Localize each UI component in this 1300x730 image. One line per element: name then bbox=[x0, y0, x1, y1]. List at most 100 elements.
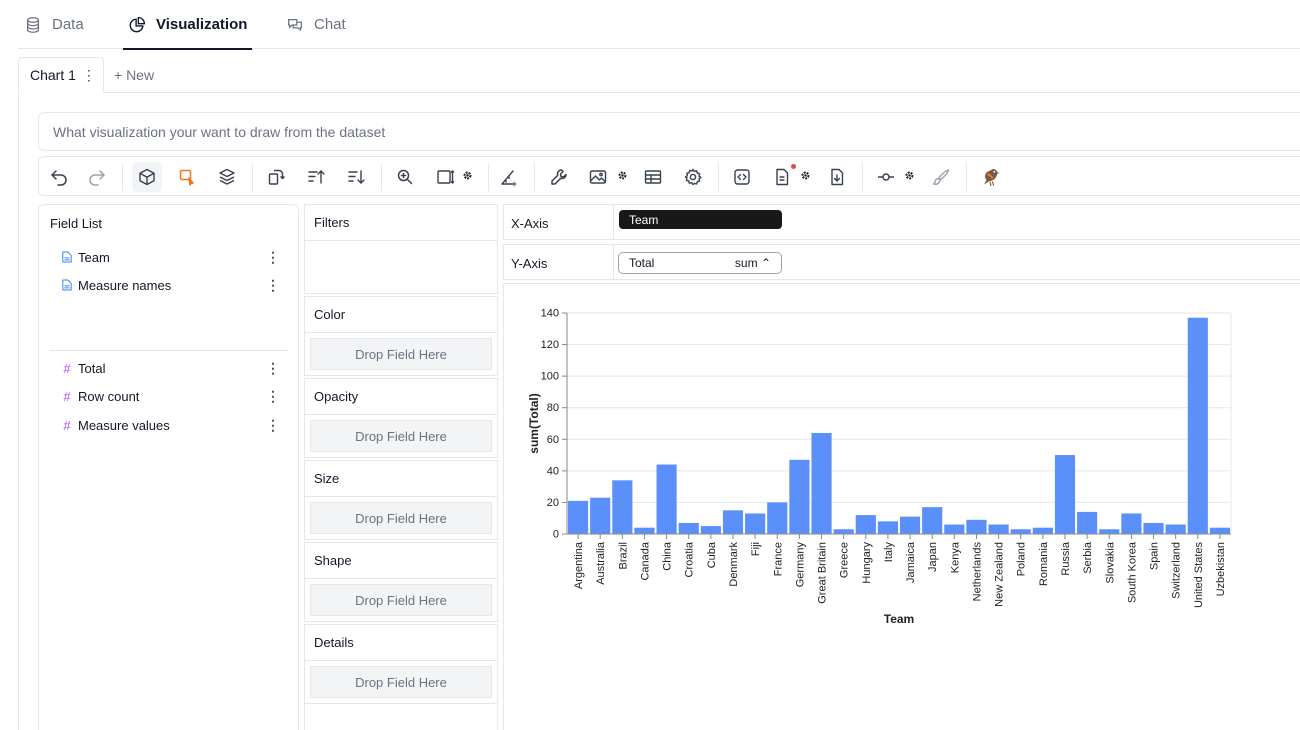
x-tick-label: Spain bbox=[1149, 542, 1161, 570]
field-name: Total bbox=[78, 360, 106, 376]
download-button[interactable] bbox=[822, 162, 852, 192]
field-item[interactable]: Team ⋮ bbox=[60, 247, 290, 267]
gear-icon[interactable] bbox=[462, 170, 473, 181]
redo-button[interactable] bbox=[82, 162, 112, 192]
gear-icon[interactable] bbox=[904, 170, 915, 181]
x-tick-label: Italy bbox=[883, 542, 895, 563]
field-name: Row count bbox=[78, 388, 140, 404]
notification-dot bbox=[791, 164, 796, 169]
new-chart-button[interactable]: + New bbox=[114, 57, 154, 93]
image-button[interactable] bbox=[583, 162, 613, 192]
gear-icon[interactable] bbox=[617, 170, 628, 181]
x-tick-label: Brazil bbox=[617, 542, 629, 570]
numeric-field-icon: # bbox=[63, 388, 71, 404]
code-button[interactable] bbox=[727, 162, 757, 192]
line-marker-button[interactable] bbox=[871, 162, 901, 192]
table-button[interactable] bbox=[638, 162, 668, 192]
tab-data-label: Data bbox=[52, 16, 84, 33]
x-tick-label: Uzbekistan bbox=[1215, 542, 1227, 596]
bar bbox=[900, 516, 921, 534]
field-item[interactable]: Measure names ⋮ bbox=[60, 275, 290, 295]
y-axis-field-pill[interactable]: Total sum ⌃ bbox=[618, 252, 782, 274]
tab-visualization[interactable]: Visualization bbox=[123, 0, 253, 50]
x-axis-field-pill[interactable]: Team bbox=[619, 210, 782, 229]
x-tick-label: Switzerland bbox=[1171, 542, 1183, 599]
cube-button[interactable] bbox=[132, 162, 162, 192]
tab-chat-label: Chat bbox=[314, 16, 346, 33]
x-tick-label: Serbia bbox=[1082, 541, 1094, 574]
field-item[interactable]: # Row count ⋮ bbox=[60, 386, 290, 406]
y-tick-label: 60 bbox=[547, 434, 559, 446]
x-axis-title: Team bbox=[884, 612, 914, 626]
aggregation-select[interactable]: sum ⌃ bbox=[735, 256, 771, 270]
drop-zone[interactable]: Drop Field Here bbox=[310, 584, 492, 616]
bar bbox=[1054, 455, 1076, 534]
tab-chat[interactable]: Chat bbox=[286, 0, 346, 49]
zoom-button[interactable] bbox=[390, 162, 420, 192]
transpose-button[interactable] bbox=[261, 162, 291, 192]
y-axis-label: Y-Axis bbox=[511, 255, 548, 271]
toolbar-divider bbox=[534, 163, 535, 191]
field-menu-icon[interactable]: ⋮ bbox=[266, 388, 280, 405]
bar bbox=[877, 521, 898, 534]
toolbar-divider bbox=[252, 163, 253, 191]
x-tick-label: South Korea bbox=[1126, 541, 1138, 603]
filters-drop-zone[interactable] bbox=[305, 241, 497, 293]
drop-zone[interactable]: Drop Field Here bbox=[310, 666, 492, 698]
channel-title: Opacity bbox=[305, 379, 497, 415]
wrench-button[interactable] bbox=[544, 162, 574, 192]
bar bbox=[1209, 527, 1230, 534]
sort-ascending-button[interactable] bbox=[301, 162, 331, 192]
resize-button[interactable] bbox=[430, 162, 460, 192]
zoom-icon bbox=[397, 169, 413, 185]
chat-icon bbox=[286, 16, 304, 34]
x-tick-label: Netherlands bbox=[971, 542, 983, 602]
size-channel: Size Drop Field Here bbox=[304, 460, 498, 540]
bar bbox=[966, 519, 987, 534]
undo-button[interactable] bbox=[44, 162, 74, 192]
bar bbox=[811, 432, 832, 534]
chart-tab-label: Chart 1 bbox=[30, 67, 76, 83]
toolbar-divider bbox=[122, 163, 123, 191]
chart-tab[interactable]: Chart 1 ⋮ bbox=[18, 57, 104, 93]
bar bbox=[767, 502, 788, 534]
paint-brush-icon bbox=[932, 169, 950, 185]
sort-descending-button[interactable] bbox=[341, 162, 371, 192]
drop-zone[interactable]: Drop Field Here bbox=[310, 338, 492, 370]
axis-scale-button[interactable] bbox=[494, 162, 524, 192]
y-tick-label: 0 bbox=[553, 529, 559, 541]
bar bbox=[922, 507, 943, 534]
layers-button[interactable] bbox=[212, 162, 242, 192]
paint-brush-button[interactable] bbox=[926, 162, 956, 192]
gear-icon[interactable] bbox=[800, 170, 811, 181]
pie-chart-icon bbox=[128, 16, 146, 34]
axis-scale-icon bbox=[501, 170, 517, 187]
x-tick-label: Cuba bbox=[706, 541, 718, 568]
field-menu-icon[interactable]: ⋮ bbox=[266, 417, 280, 434]
field-item[interactable]: # Measure values ⋮ bbox=[60, 415, 290, 435]
field-menu-icon[interactable]: ⋮ bbox=[266, 277, 280, 294]
x-tick-label: Greece bbox=[839, 542, 851, 578]
bar bbox=[1032, 527, 1053, 534]
bar bbox=[1143, 522, 1164, 534]
bar bbox=[700, 526, 721, 534]
field-menu-icon[interactable]: ⋮ bbox=[266, 249, 280, 266]
field-list-divider bbox=[50, 350, 288, 351]
field-menu-icon[interactable]: ⋮ bbox=[266, 360, 280, 377]
brush-select-button[interactable] bbox=[172, 162, 202, 192]
prompt-input[interactable]: What visualization your want to draw fro… bbox=[38, 112, 1300, 151]
bird-logo-button[interactable] bbox=[976, 162, 1006, 192]
drop-zone[interactable]: Drop Field Here bbox=[310, 420, 492, 452]
x-tick-label: Croatia bbox=[684, 541, 696, 577]
field-item[interactable]: # Total ⋮ bbox=[60, 358, 290, 378]
field-name: Measure values bbox=[78, 417, 170, 433]
drop-zone[interactable]: Drop Field Here bbox=[310, 502, 492, 534]
export-doc-button[interactable] bbox=[767, 162, 797, 192]
x-axis-label: X-Axis bbox=[511, 215, 549, 231]
image-icon bbox=[589, 170, 607, 184]
kebab-menu-icon[interactable]: ⋮ bbox=[82, 67, 96, 84]
settings-button[interactable] bbox=[678, 162, 708, 192]
tab-data[interactable]: Data bbox=[24, 0, 84, 49]
toolbar bbox=[38, 156, 1300, 196]
axis-divider bbox=[613, 205, 614, 240]
